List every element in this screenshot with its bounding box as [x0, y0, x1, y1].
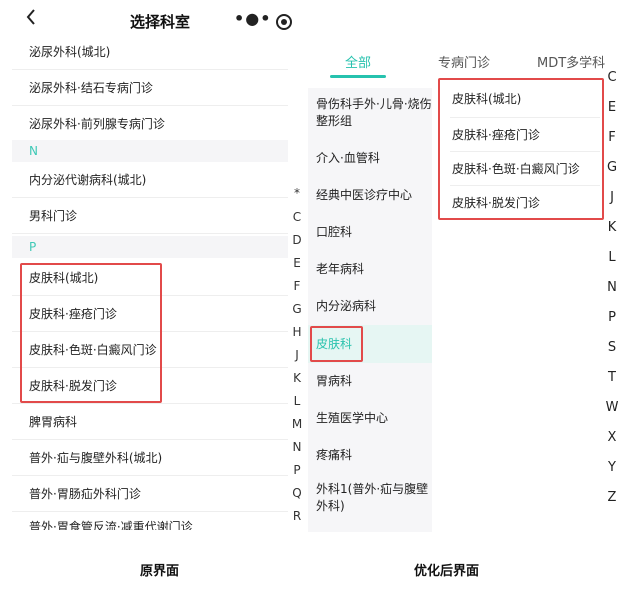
index-letter[interactable]: L: [290, 394, 304, 408]
mini-program-capsule: •●•: [226, 9, 308, 35]
index-letter[interactable]: *: [290, 186, 304, 200]
index-letter[interactable]: G: [290, 302, 304, 316]
target-icon[interactable]: [276, 14, 292, 30]
index-letter[interactable]: M: [290, 417, 304, 431]
optimized-screen: 全部 专病门诊 MDT多学科 骨伤科手外·儿骨·烧伤整形组 介入·血管科 经典中…: [308, 42, 628, 532]
index-letter[interactable]: P: [605, 310, 619, 325]
sidebar-item[interactable]: 骨伤科手外·儿骨·烧伤整形组: [308, 94, 432, 134]
tab-mdt[interactable]: MDT多学科: [537, 52, 605, 71]
index-letter[interactable]: P: [290, 463, 304, 477]
index-letter[interactable]: K: [290, 371, 304, 385]
index-letter[interactable]: E: [290, 256, 304, 270]
list-item[interactable]: 泌尿外科·前列腺专病门诊: [12, 106, 288, 142]
index-letter[interactable]: C: [605, 70, 619, 85]
index-letter[interactable]: F: [290, 279, 304, 293]
section-header-n: N: [12, 140, 288, 162]
tab-all[interactable]: 全部: [345, 52, 371, 71]
index-letter[interactable]: J: [290, 348, 304, 362]
highlight-box: [20, 263, 162, 403]
caption-original: 原界面: [140, 564, 180, 579]
index-letter[interactable]: K: [605, 220, 619, 235]
sidebar-item[interactable]: 老年病科: [308, 251, 432, 287]
list-item[interactable]: 普外·疝与腹壁外科(城北): [12, 440, 288, 476]
sidebar-item[interactable]: 口腔科: [308, 214, 432, 250]
index-letter[interactable]: Z: [605, 490, 619, 505]
section-header-p: P: [12, 236, 288, 258]
index-letter[interactable]: Q: [290, 486, 304, 500]
more-dots-icon[interactable]: •●•: [234, 9, 271, 28]
list-item[interactable]: 内分泌代谢病科(城北): [12, 162, 288, 198]
sidebar-item[interactable]: 疼痛科: [308, 437, 432, 473]
index-letter[interactable]: E: [605, 100, 619, 115]
index-letter[interactable]: H: [290, 325, 304, 339]
list-item[interactable]: 普外·胃食管反流·减重代谢门诊: [12, 512, 288, 530]
index-letter[interactable]: N: [290, 440, 304, 454]
list-item[interactable]: 男科门诊: [12, 198, 288, 234]
nav-bar: 选择科室 •●•: [12, 6, 308, 36]
index-letter[interactable]: Y: [605, 460, 619, 475]
list-item[interactable]: 脾胃病科: [12, 404, 288, 440]
tab-specialty-clinic[interactable]: 专病门诊: [438, 52, 490, 71]
category-sidebar: 骨伤科手外·儿骨·烧伤整形组 介入·血管科 经典中医诊疗中心 口腔科 老年病科 …: [308, 88, 432, 532]
index-letter[interactable]: T: [605, 370, 619, 385]
index-letter[interactable]: S: [605, 340, 619, 355]
sidebar-item[interactable]: 胃病科: [308, 363, 432, 399]
caption-optimized: 优化后界面: [414, 564, 480, 579]
index-letter[interactable]: R: [290, 509, 304, 523]
index-letter[interactable]: G: [605, 160, 619, 175]
index-letter[interactable]: F: [605, 130, 619, 145]
index-letter[interactable]: D: [290, 233, 304, 247]
active-tab-indicator: [330, 75, 386, 78]
index-letter[interactable]: N: [605, 280, 619, 295]
index-letter[interactable]: W: [605, 400, 619, 415]
list-item[interactable]: 泌尿外科·结石专病门诊: [12, 70, 288, 106]
highlight-box: [438, 78, 604, 220]
index-letter[interactable]: L: [605, 250, 619, 265]
index-letter[interactable]: C: [290, 210, 304, 224]
list-item[interactable]: 泌尿外科(城北): [12, 40, 288, 70]
index-letter[interactable]: X: [605, 430, 619, 445]
highlight-box: [310, 326, 363, 362]
sidebar-item[interactable]: 生殖医学中心: [308, 400, 432, 436]
sidebar-item[interactable]: 经典中医诊疗中心: [308, 177, 432, 213]
sidebar-item[interactable]: 外科1(普外·疝与腹壁外科): [308, 481, 432, 521]
list-item[interactable]: 普外·胃肠疝外科门诊: [12, 476, 288, 512]
sidebar-item[interactable]: 内分泌病科: [308, 288, 432, 324]
index-letter[interactable]: J: [605, 190, 619, 205]
sidebar-item[interactable]: 介入·血管科: [308, 140, 432, 176]
original-screen: 选择科室 •●• 泌尿外科(城北) 泌尿外科·结石专病门诊 泌尿外科·前列腺专病…: [12, 6, 308, 530]
